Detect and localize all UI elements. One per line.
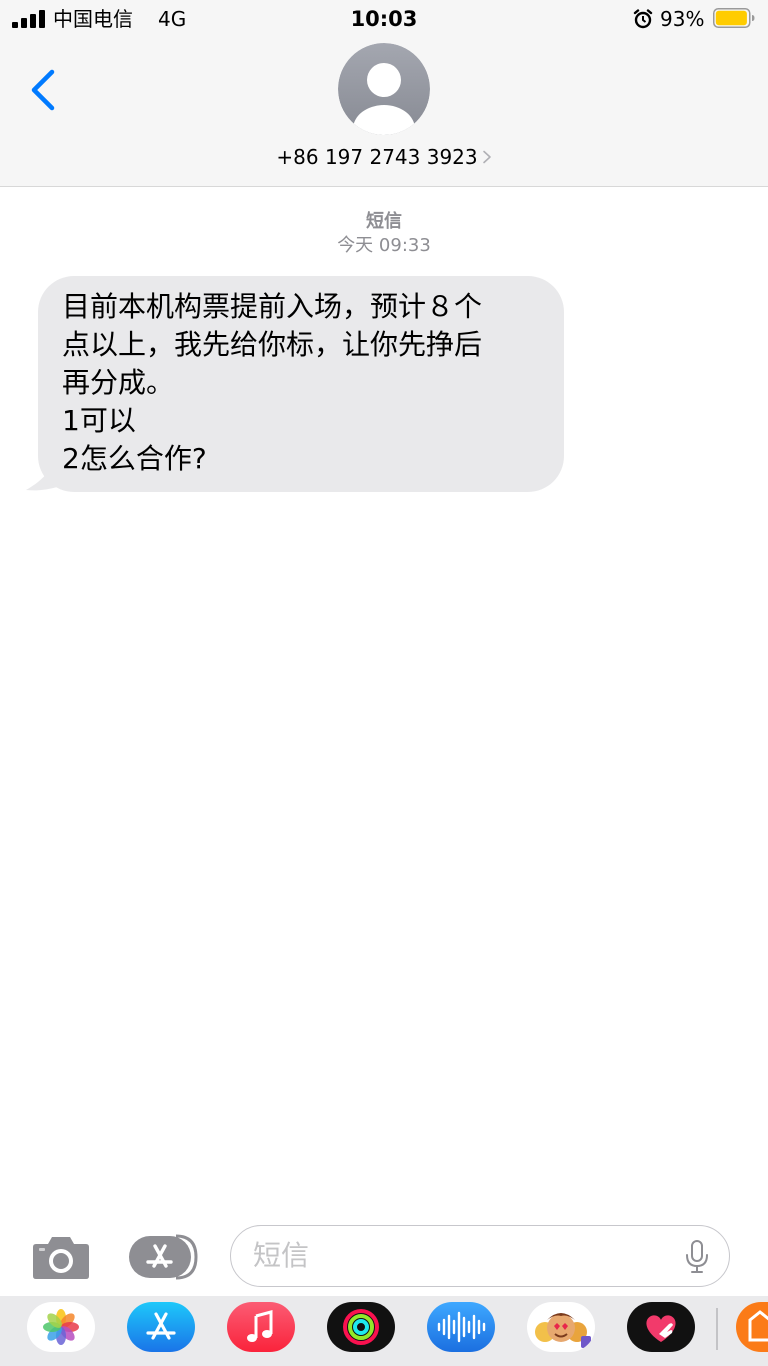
- sound-wave-icon: [427, 1302, 495, 1352]
- message-bubble: 目前本机构票提前入场，预计８个 点以上，我先给你标，让你先挣后 再分成。 1可以…: [38, 276, 564, 492]
- battery-percentage: 93%: [660, 7, 705, 31]
- memoji-icon: [527, 1302, 595, 1352]
- incoming-message[interactable]: 目前本机构票提前入场，预计８个 点以上，我先给你标，让你先挣后 再分成。 1可以…: [26, 276, 566, 492]
- photos-icon: [27, 1302, 95, 1352]
- store-icon: [736, 1302, 768, 1352]
- message-line: 1可以: [62, 404, 136, 437]
- app-store-icon: [127, 1302, 195, 1352]
- conversation-header: +86 197 2743 3923: [0, 40, 768, 187]
- message-timestamp: 今天 09:33: [337, 235, 431, 256]
- contact-number: +86 197 2743 3923: [276, 145, 478, 169]
- heart-hand-icon: [627, 1302, 695, 1352]
- partial-app-button[interactable]: [736, 1302, 768, 1352]
- photos-app-button[interactable]: [27, 1302, 95, 1352]
- voice-memos-app-button[interactable]: [427, 1302, 495, 1352]
- app-store-button[interactable]: [128, 1234, 198, 1280]
- message-line: 2怎么合作?: [62, 442, 207, 475]
- contact-details-button[interactable]: +86 197 2743 3923: [0, 144, 768, 170]
- message-line: 点以上，我先给你标，让你先挣后: [62, 328, 483, 361]
- battery-icon: [713, 8, 755, 28]
- alarm-icon: [633, 9, 653, 29]
- message-input[interactable]: 短信: [230, 1225, 730, 1287]
- app-store-app-button[interactable]: [127, 1302, 195, 1352]
- memoji-app-button[interactable]: [527, 1302, 595, 1352]
- app-drawer-divider: [716, 1308, 718, 1350]
- music-app-button[interactable]: [227, 1302, 295, 1352]
- activity-app-button[interactable]: [327, 1302, 395, 1352]
- digital-touch-app-button[interactable]: [627, 1302, 695, 1352]
- chevron-right-icon: [482, 150, 491, 163]
- contact-avatar[interactable]: [338, 43, 430, 135]
- message-line: 再分成。: [62, 366, 175, 399]
- microphone-icon[interactable]: [685, 1240, 709, 1274]
- activity-rings-icon: [327, 1302, 395, 1352]
- app-drawer: [0, 1296, 768, 1366]
- message-input-placeholder: 短信: [253, 1239, 310, 1272]
- message-line: 目前本机构票提前入场，预计８个: [62, 290, 483, 323]
- camera-button[interactable]: [32, 1232, 90, 1280]
- status-bar: 中国电信 4G 10:03 93%: [0, 0, 768, 40]
- person-icon: [338, 43, 430, 135]
- music-icon: [227, 1302, 295, 1352]
- back-button[interactable]: [24, 64, 64, 116]
- service-label: 短信: [366, 211, 402, 232]
